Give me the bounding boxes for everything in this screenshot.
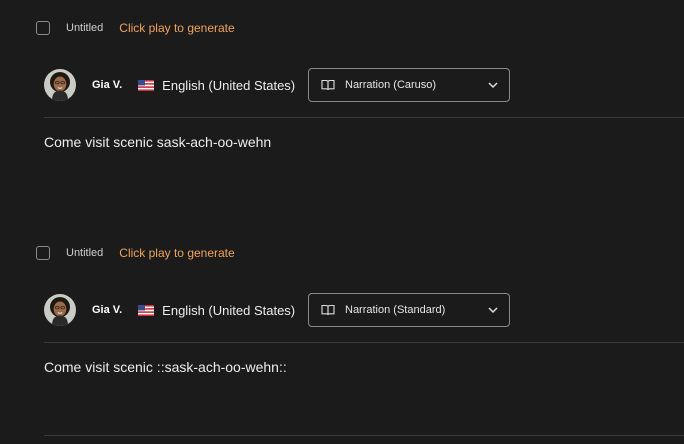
- speaker-avatar[interactable]: [44, 69, 76, 101]
- divider: [44, 342, 684, 343]
- generate-status-link[interactable]: Click play to generate: [119, 21, 234, 35]
- chevron-down-icon: [488, 82, 498, 89]
- app-root: Untitled Click play to generate Gia V. E…: [0, 0, 684, 444]
- divider: [44, 117, 684, 118]
- language-label: English (United States): [162, 77, 296, 93]
- clip-header: Untitled Click play to generate: [36, 243, 235, 263]
- select-checkbox[interactable]: [36, 21, 50, 35]
- book-icon: [321, 79, 335, 91]
- us-flag-icon: [138, 304, 155, 316]
- speaker-avatar[interactable]: [44, 294, 76, 326]
- clip-text[interactable]: Come visit scenic sask-ach-oo-wehn: [44, 134, 271, 150]
- speaker-name[interactable]: Gia V.: [92, 79, 122, 91]
- clip-text[interactable]: Come visit scenic ::sask-ach-oo-wehn::: [44, 359, 287, 375]
- style-label: Narration (Caruso): [345, 79, 437, 91]
- clip-item-2: Untitled Click play to generate Gia V. E…: [0, 225, 684, 444]
- book-icon: [321, 304, 335, 316]
- divider: [44, 435, 684, 436]
- voice-settings-row: Gia V. English (United States): [44, 68, 295, 102]
- clip-item-1: Untitled Click play to generate Gia V. E…: [0, 0, 684, 225]
- speaker-name[interactable]: Gia V.: [92, 304, 122, 316]
- us-flag-icon: [138, 79, 155, 91]
- voice-settings-row: Gia V. English (United States): [44, 293, 295, 327]
- chevron-down-icon: [488, 307, 498, 314]
- language-label: English (United States): [162, 302, 296, 318]
- language-selector[interactable]: English (United States): [138, 303, 295, 318]
- clip-title[interactable]: Untitled: [66, 247, 103, 259]
- language-selector[interactable]: English (United States): [138, 78, 295, 93]
- style-dropdown[interactable]: Narration (Caruso): [308, 68, 510, 102]
- generate-status-link[interactable]: Click play to generate: [119, 246, 234, 260]
- style-label: Narration (Standard): [345, 304, 446, 316]
- clip-header: Untitled Click play to generate: [36, 18, 235, 38]
- clip-title[interactable]: Untitled: [66, 22, 103, 34]
- style-dropdown[interactable]: Narration (Standard): [308, 293, 510, 327]
- select-checkbox[interactable]: [36, 246, 50, 260]
